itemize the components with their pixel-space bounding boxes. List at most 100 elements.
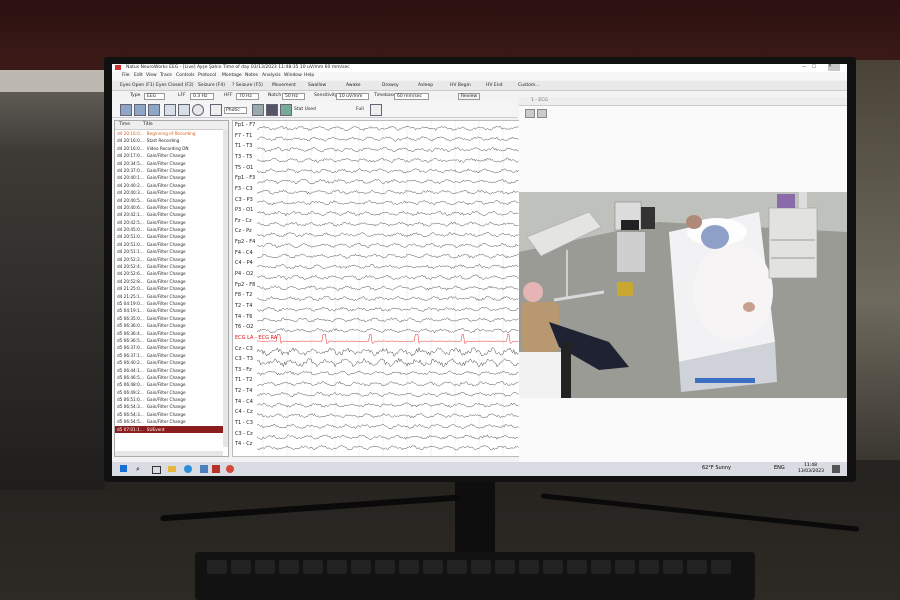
page-icon[interactable] xyxy=(370,104,382,116)
menu-analysis[interactable]: Analysis xyxy=(262,73,281,78)
menu-help[interactable]: Help xyxy=(304,73,314,78)
weather-text[interactable]: 62°F Sunny xyxy=(702,465,731,471)
eeg-trace-panel[interactable]: Fp1 - F7 F7 - T1 T1 - T3 T3 - T5 T5 - O1 Fp1 … xyxy=(232,120,520,457)
tab-eyes-closed[interactable]: Eyes Closed (F2) xyxy=(156,83,194,88)
tab-awake[interactable]: Awake xyxy=(346,83,361,88)
chrome-icon[interactable] xyxy=(226,465,234,473)
event-row[interactable]: d4 20:51:1... Gain/Filter Change xyxy=(115,248,228,255)
app-icon[interactable] xyxy=(212,465,220,473)
event-row[interactable]: d4 20:34:5... Gain/Filter Change xyxy=(115,160,228,167)
tab-hv-begin[interactable]: HV Begin xyxy=(450,83,471,88)
video-zoom-icon[interactable] xyxy=(525,109,535,118)
menu-file[interactable]: File xyxy=(122,73,130,78)
event-row[interactable]: d4 20:40:1... Gain/Filter Change xyxy=(115,174,228,181)
event-row[interactable]: d4 21:25:0... Gain/Filter Change xyxy=(115,285,228,292)
montage-icon[interactable] xyxy=(120,104,132,116)
menu-window[interactable]: Window xyxy=(284,73,302,78)
tab-movement[interactable]: Movement xyxy=(272,83,296,88)
tab-custom[interactable]: Custom... xyxy=(518,83,540,88)
event-row[interactable]: d4 20:16:0... Start Recording xyxy=(115,137,228,144)
event-row[interactable]: d4 20:45:0... Gain/Filter Change xyxy=(115,226,228,233)
review-button[interactable]: Review xyxy=(458,93,481,100)
menu-protocol[interactable]: Protocol xyxy=(198,73,216,78)
sensitivity-select[interactable]: 10 uV/mm xyxy=(336,93,370,100)
event-list-hscrollbar[interactable] xyxy=(115,451,223,456)
photic-light-icon[interactable] xyxy=(210,104,222,116)
event-row[interactable]: d4 20:40:6... Gain/Filter Change xyxy=(115,204,228,211)
event-row[interactable]: d4 20:40:3... Gain/Filter Change xyxy=(115,189,228,196)
event-row[interactable]: d4 20:40:5... Gain/Filter Change xyxy=(115,197,228,204)
clock-icon[interactable] xyxy=(192,104,204,116)
type-select[interactable]: EEG xyxy=(144,93,166,100)
menu-montage[interactable]: Montage xyxy=(222,73,242,78)
impedance-icon[interactable] xyxy=(164,104,176,116)
list-icon[interactable] xyxy=(280,104,292,116)
event-row[interactable]: d4 20:51:0... Gain/Filter Change xyxy=(115,241,228,248)
timebase-select[interactable]: 60 mm/sec xyxy=(394,93,430,100)
event-row[interactable]: d4 20:17:0... Gain/Filter Change xyxy=(115,152,228,159)
event-row[interactable]: d5 06:46:5... Gain/Filter Change xyxy=(115,374,228,381)
tab-eyes-open[interactable]: Eyes Open (F1) xyxy=(120,83,154,88)
event-row[interactable]: d5 07:01:1... SUEvent xyxy=(115,425,228,434)
close-button[interactable]: ✕ xyxy=(828,64,840,71)
explorer-icon[interactable] xyxy=(168,466,176,472)
store-icon[interactable] xyxy=(200,465,208,473)
tab-question-seizure[interactable]: ? Seizure (F5) xyxy=(232,83,263,88)
lang-indicator[interactable]: ENG xyxy=(774,465,785,471)
event-row[interactable]: d5 06:51:0... Gain/Filter Change xyxy=(115,396,228,403)
settings-icon[interactable] xyxy=(252,104,264,116)
tab-seizure[interactable]: Seizure (F4) xyxy=(198,83,225,88)
tab-asleep[interactable]: Asleep xyxy=(418,83,433,88)
notch-select[interactable]: 50 Hz xyxy=(282,93,305,100)
camera-icon[interactable] xyxy=(134,104,146,116)
tab-drowsy[interactable]: Drowsy xyxy=(382,83,399,88)
event-row[interactable]: d5 06:40:2... Gain/Filter Change xyxy=(115,359,228,366)
hff-select[interactable]: 70 Hz xyxy=(236,93,259,100)
event-row[interactable]: d5 06:36:0... Gain/Filter Change xyxy=(115,322,228,329)
minimize-button[interactable]: — xyxy=(802,65,807,70)
event-row[interactable]: d4 20:16:0... Video Recording ON xyxy=(115,145,228,152)
menu-view[interactable]: View xyxy=(146,73,157,78)
clock-time[interactable]: 11:48 xyxy=(804,463,817,468)
event-row[interactable]: d4 20:52:4... Gain/Filter Change xyxy=(115,263,228,270)
event-row[interactable]: d5 06:36:5... Gain/Filter Change xyxy=(115,337,228,344)
event-row[interactable]: d4 20:42:5... Gain/Filter Change xyxy=(115,219,228,226)
patient-video-feed[interactable] xyxy=(519,192,847,398)
tab-swallow[interactable]: Swallow xyxy=(308,83,326,88)
event-row[interactable]: d5 04:19:1... Gain/Filter Change xyxy=(115,307,228,314)
event-row[interactable]: d4 20:37:0... Gain/Filter Change xyxy=(115,167,228,174)
menu-controls[interactable]: Controls xyxy=(176,73,195,78)
search-icon[interactable]: ⌕ xyxy=(136,465,140,474)
event-row[interactable]: d5 06:36:4... Gain/Filter Change xyxy=(115,330,228,337)
event-row[interactable]: d4 21:25:1... Gain/Filter Change xyxy=(115,293,228,300)
event-row[interactable]: d4 20:40:2... Gain/Filter Change xyxy=(115,182,228,189)
event-row[interactable]: d4 20:52:2... Gain/Filter Change xyxy=(115,256,228,263)
notification-icon[interactable] xyxy=(832,465,840,473)
event-row[interactable]: d5 06:37:0... Gain/Filter Change xyxy=(115,344,228,351)
maximize-button[interactable]: ☐ xyxy=(812,65,816,70)
event-row[interactable]: d4 20:52:8... Gain/Filter Change xyxy=(115,278,228,285)
event-row[interactable]: d5 06:48:0... Gain/Filter Change xyxy=(115,381,228,388)
windows-start-icon[interactable] xyxy=(120,465,127,472)
trend-icon[interactable] xyxy=(178,104,190,116)
event-row[interactable]: d5 06:35:0... Gain/Filter Change xyxy=(115,315,228,322)
event-row[interactable]: d5 06:37:1... Gain/Filter Change xyxy=(115,352,228,359)
event-row[interactable]: d5 06:54:5... Gain/Filter Change xyxy=(115,418,228,425)
event-row[interactable]: d4 20:16:0... Beginning of Recording xyxy=(115,130,228,137)
event-list-scrollbar[interactable] xyxy=(223,129,228,447)
clock-date[interactable]: 13/03/2023 xyxy=(798,469,824,474)
event-row[interactable]: d5 04:19:0... Gain/Filter Change xyxy=(115,300,228,307)
lff-select[interactable]: 0.3 Hz xyxy=(190,93,215,100)
user-icon[interactable] xyxy=(266,104,278,116)
full-button[interactable]: Full xyxy=(356,107,364,112)
event-row[interactable]: d4 20:42:1... Gain/Filter Change xyxy=(115,211,228,218)
video-search-icon[interactable] xyxy=(537,109,547,118)
event-row[interactable]: d5 06:49:2... Gain/Filter Change xyxy=(115,389,228,396)
event-row[interactable]: d4 20:52:6... Gain/Filter Change xyxy=(115,270,228,277)
event-row[interactable]: d5 06:44:1... Gain/Filter Change xyxy=(115,367,228,374)
event-row[interactable]: d4 20:51:0... Gain/Filter Change xyxy=(115,233,228,240)
record-icon[interactable] xyxy=(148,104,160,116)
edge-icon[interactable] xyxy=(184,465,192,473)
taskview-icon[interactable] xyxy=(152,466,161,474)
col-title[interactable]: Title xyxy=(143,122,153,127)
